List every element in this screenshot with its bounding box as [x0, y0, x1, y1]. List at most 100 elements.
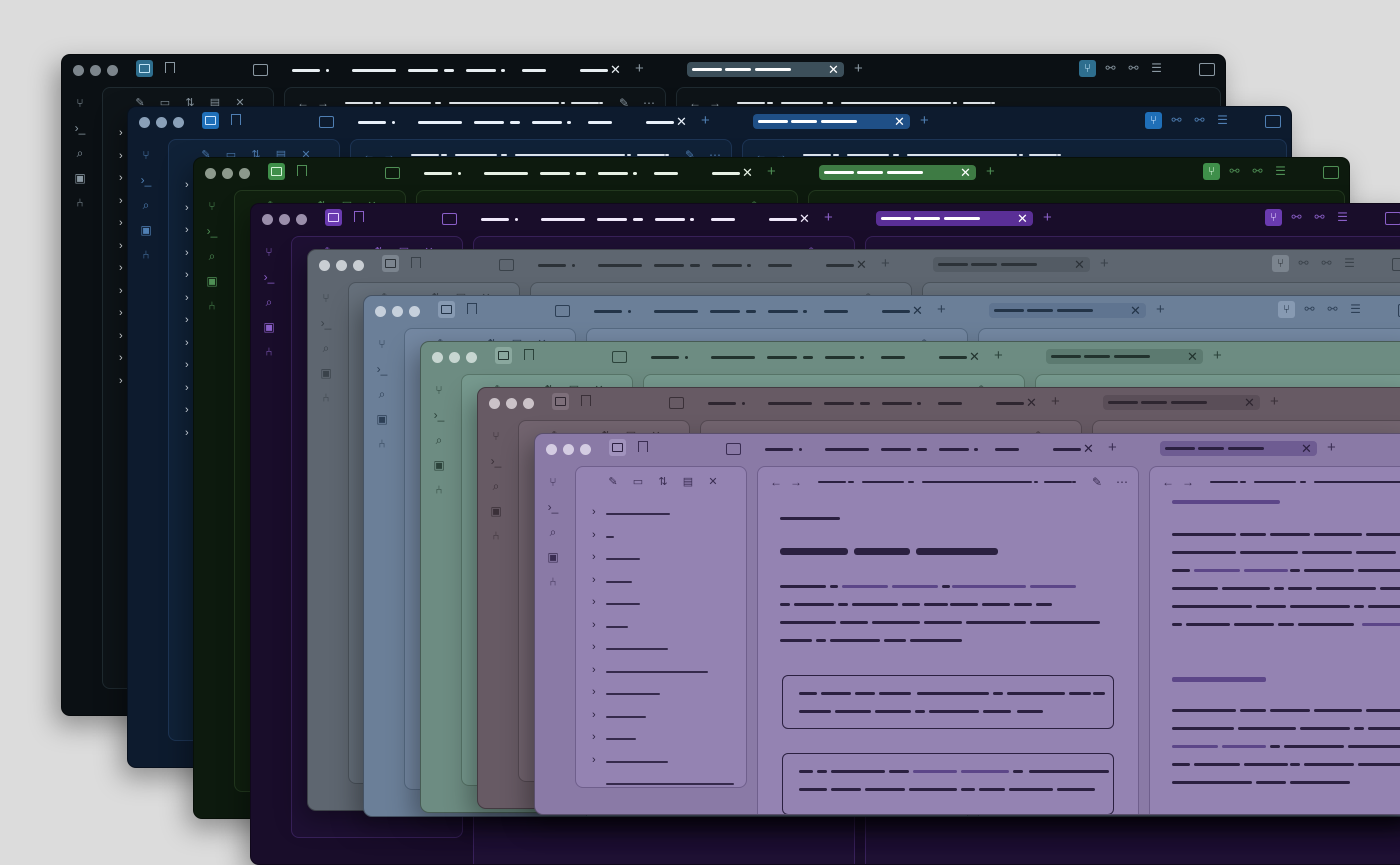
bookmark-icon[interactable] — [411, 257, 421, 268]
bookmark-icon[interactable] — [638, 441, 648, 452]
right-sidebar-icon[interactable] — [1199, 63, 1215, 76]
file-explorer-icon[interactable] — [438, 301, 455, 318]
forward-arrow-icon[interactable]: → — [1182, 475, 1194, 489]
left-sidebar-toggle-icon[interactable] — [442, 213, 457, 225]
left-sidebar-toggle-icon[interactable] — [726, 443, 741, 455]
bookmark-icon[interactable] — [354, 211, 364, 222]
bookmark-icon[interactable] — [165, 62, 175, 73]
internal-link[interactable] — [1194, 569, 1240, 572]
terminal-icon[interactable]: ›_ — [488, 453, 504, 469]
git-icon[interactable]: ⑃ — [374, 436, 390, 452]
tab-group-left[interactable]: ✕ + — [292, 55, 672, 85]
close-window-button[interactable] — [262, 214, 273, 225]
cards-icon[interactable]: ▣ — [204, 273, 220, 289]
close-window-button[interactable] — [139, 117, 150, 128]
file-tree-item[interactable]: › — [592, 686, 742, 701]
file-tree-item[interactable]: › — [592, 731, 742, 746]
active-tab[interactable]: ✕ — [876, 211, 1033, 226]
back-arrow-icon[interactable]: ← — [770, 475, 782, 489]
graph-view-icon[interactable]: ⑂ — [1079, 60, 1096, 77]
zoom-window-button[interactable] — [107, 65, 118, 76]
active-tab[interactable]: ✕ — [819, 165, 976, 180]
graph-view-icon[interactable]: ⑂ — [1278, 301, 1295, 318]
tab-group-left[interactable]: ✕ + — [708, 388, 1088, 418]
file-tree-item[interactable]: › — [592, 664, 742, 679]
new-tab-icon[interactable]: + — [1108, 440, 1117, 455]
tab-close-icon[interactable]: ✕ — [742, 166, 753, 179]
new-tab-icon[interactable]: + — [1327, 440, 1336, 455]
tab-close-icon[interactable]: ✕ — [1301, 442, 1312, 455]
terminal-icon[interactable]: ›_ — [138, 172, 154, 188]
graph-view-icon[interactable]: ⑂ — [1272, 255, 1289, 272]
right-sidebar-icon[interactable] — [1385, 212, 1400, 225]
git-icon[interactable]: ⑃ — [488, 528, 504, 544]
close-window-button[interactable] — [432, 352, 443, 363]
graph-icon[interactable]: ⑂ — [261, 244, 277, 260]
sort-icon[interactable]: ⇅ — [656, 475, 670, 489]
forward-arrow-icon[interactable]: → — [790, 475, 802, 489]
graph-icon[interactable]: ⑂ — [488, 428, 504, 444]
git-icon[interactable]: ⑃ — [545, 574, 561, 590]
zoom-window-button[interactable] — [296, 214, 307, 225]
search-icon[interactable]: ⌕ — [318, 340, 334, 356]
new-tab-icon[interactable]: + — [1213, 348, 1222, 363]
search-icon[interactable]: ⌕ — [374, 386, 390, 402]
new-tab-icon[interactable]: + — [986, 164, 995, 179]
new-tab-icon[interactable]: + — [994, 348, 1003, 363]
new-tab-icon[interactable]: + — [1051, 394, 1060, 409]
right-sidebar-icon[interactable] — [1265, 115, 1281, 128]
cards-icon[interactable]: ▣ — [138, 222, 154, 238]
tab-close-icon[interactable]: ✕ — [1074, 258, 1085, 271]
git-icon[interactable]: ⑃ — [318, 390, 334, 406]
list-icon[interactable]: ☰ — [1341, 255, 1358, 272]
new-tab-icon[interactable]: + — [854, 61, 863, 76]
zoom-window-button[interactable] — [173, 117, 184, 128]
link-unlink-icon[interactable]: ⚯ — [1311, 209, 1328, 226]
git-icon[interactable]: ⑃ — [431, 482, 447, 498]
file-explorer-icon[interactable] — [325, 209, 342, 226]
graph-icon[interactable]: ⑂ — [545, 474, 561, 490]
left-sidebar-toggle-icon[interactable] — [319, 116, 334, 128]
right-sidebar-icon[interactable] — [1392, 258, 1400, 271]
link-icon[interactable]: ⚯ — [1102, 60, 1119, 77]
graph-view-icon[interactable]: ⑂ — [1265, 209, 1282, 226]
graph-icon[interactable]: ⑂ — [318, 290, 334, 306]
bookmark-icon[interactable] — [581, 395, 591, 406]
file-tree-item[interactable]: › — [592, 754, 742, 769]
cards-icon[interactable]: ▣ — [545, 549, 561, 565]
minimize-window-button[interactable] — [506, 398, 517, 409]
cards-icon[interactable]: ▣ — [318, 365, 334, 381]
left-sidebar-toggle-icon[interactable] — [253, 64, 268, 76]
link-unlink-icon[interactable]: ⚯ — [1249, 163, 1266, 180]
tab-close-icon[interactable]: ✕ — [676, 115, 687, 128]
collapse-icon[interactable]: ▤ — [681, 475, 695, 489]
search-icon[interactable]: ⌕ — [72, 145, 88, 161]
file-tree-item[interactable]: › — [592, 506, 742, 521]
tab-close-icon[interactable]: ✕ — [1187, 350, 1198, 363]
graph-icon[interactable]: ⑂ — [374, 336, 390, 352]
left-sidebar-toggle-icon[interactable] — [669, 397, 684, 409]
internal-link[interactable] — [842, 585, 888, 588]
tab-close-icon[interactable]: ✕ — [610, 63, 621, 76]
link-icon[interactable]: ⚯ — [1226, 163, 1243, 180]
internal-link[interactable] — [913, 770, 957, 773]
graph-icon[interactable]: ⑂ — [204, 198, 220, 214]
cards-icon[interactable]: ▣ — [261, 319, 277, 335]
left-sidebar-toggle-icon[interactable] — [612, 351, 627, 363]
file-tree-item[interactable]: › — [592, 641, 742, 656]
tab-group-left[interactable]: ✕ + — [765, 434, 1145, 464]
new-tab-icon[interactable]: + — [767, 164, 776, 179]
graph-icon[interactable]: ⑂ — [72, 95, 88, 111]
left-sidebar-toggle-icon[interactable] — [385, 167, 400, 179]
close-window-button[interactable] — [546, 444, 557, 455]
link-unlink-icon[interactable]: ⚯ — [1324, 301, 1341, 318]
new-tab-icon[interactable]: + — [635, 61, 644, 76]
git-icon[interactable]: ⑃ — [72, 195, 88, 211]
file-tree-item[interactable]: › — [592, 574, 742, 589]
close-window-button[interactable] — [319, 260, 330, 271]
list-icon[interactable]: ☰ — [1214, 112, 1231, 129]
internal-link[interactable] — [1362, 623, 1400, 626]
git-icon[interactable]: ⑃ — [138, 247, 154, 263]
active-tab[interactable]: ✕ — [1046, 349, 1203, 364]
link-unlink-icon[interactable]: ⚯ — [1125, 60, 1142, 77]
